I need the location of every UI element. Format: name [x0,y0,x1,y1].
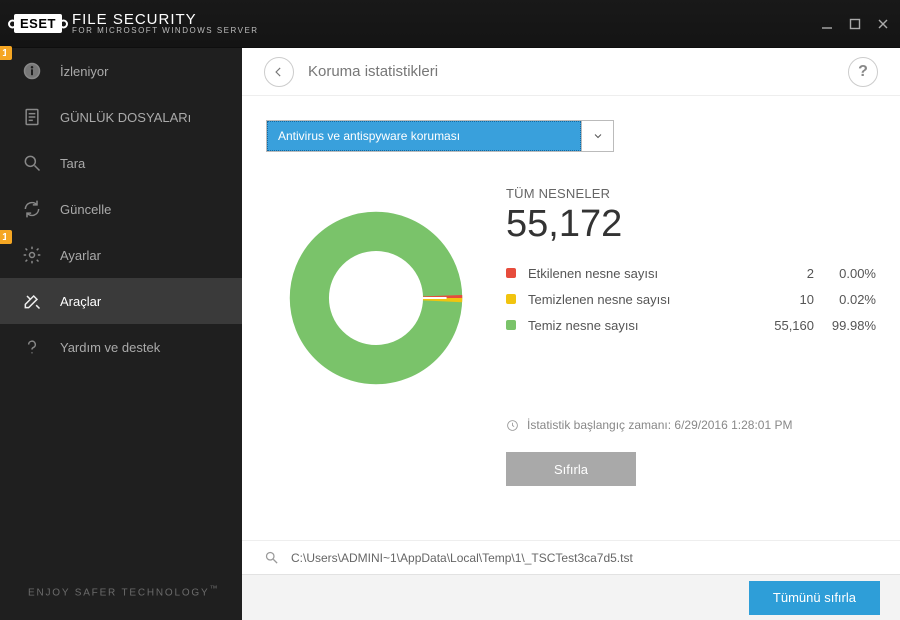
stat-name: Temiz nesne sayısı [528,318,746,333]
sidebar-badge: 1 [0,230,12,244]
titlebar: ESET FILE SECURITY FOR MICROSOFT WINDOWS… [0,0,900,48]
search-icon [264,550,279,565]
stat-value: 2 [746,266,814,281]
back-button[interactable] [264,57,294,87]
minimize-button[interactable] [820,17,834,31]
content-body: Antivirus ve antispyware koruması [242,96,900,540]
sidebar-item-monitoring[interactable]: 1 İzleniyor [0,48,242,94]
stat-pct: 99.98% [814,318,876,333]
status-path-bar: C:\Users\ADMINI~1\AppData\Local\Temp\1\_… [242,540,900,574]
stat-pct: 0.00% [814,266,876,281]
product-name-sub: FOR MICROSOFT WINDOWS SERVER [72,27,259,35]
chevron-down-icon [581,121,613,151]
chart-area [266,186,486,540]
sidebar-item-label: Ayarlar [60,248,101,263]
content-header: Koruma istatistikleri ? [242,48,900,96]
sidebar-item-help[interactable]: Yardım ve destek [0,324,242,370]
sidebar-nav: 1 İzleniyor GÜNLÜK DOSYALARı Tara [0,48,242,566]
timestamp-text: İstatistik başlangıç zamanı: 6/29/2016 1… [527,418,793,432]
sidebar-badge: 1 [0,46,12,60]
tagline: ENJOY SAFER TECHNOLOGY™ [0,566,242,620]
brand-logo: ESET [14,14,62,33]
footer-bar: Tümünü sıfırla [242,574,900,620]
sidebar: 1 İzleniyor GÜNLÜK DOSYALARı Tara [0,48,242,620]
swatch-green [506,320,516,330]
stat-value: 55,160 [746,318,814,333]
current-path: C:\Users\ADMINI~1\AppData\Local\Temp\1\_… [291,551,633,565]
page-title: Koruma istatistikleri [308,63,834,80]
stat-name: Temizlenen nesne sayısı [528,292,746,307]
search-icon [22,153,42,173]
reset-all-button[interactable]: Tümünü sıfırla [749,581,880,615]
stat-row-infected: Etkilenen nesne sayısı 2 0.00% [506,260,876,286]
total-value: 55,172 [506,203,876,246]
gear-icon [22,245,42,265]
sidebar-item-logs[interactable]: GÜNLÜK DOSYALARı [0,94,242,140]
close-button[interactable] [876,17,890,31]
main-panel: Koruma istatistikleri ? Antivirus ve ant… [242,48,900,620]
sidebar-item-label: Güncelle [60,202,111,217]
stat-row-cleaned: Temizlenen nesne sayısı 10 0.02% [506,286,876,312]
sidebar-item-label: İzleniyor [60,64,108,79]
swatch-yellow [506,294,516,304]
donut-chart [278,200,474,396]
sidebar-item-label: Araçlar [60,294,101,309]
stat-value: 10 [746,292,814,307]
sidebar-item-label: GÜNLÜK DOSYALARı [60,110,191,125]
info-icon [22,61,42,81]
product-name: FILE SECURITY FOR MICROSOFT WINDOWS SERV… [72,12,259,35]
maximize-button[interactable] [848,17,862,31]
product-name-top: FILE SECURITY [72,12,259,27]
stats-rows: Etkilenen nesne sayısı 2 0.00% Temizlene… [506,260,876,338]
brand-group: ESET FILE SECURITY FOR MICROSOFT WINDOWS… [14,12,259,35]
help-button[interactable]: ? [848,57,878,87]
protection-scope-dropdown[interactable]: Antivirus ve antispyware koruması [266,120,614,152]
sidebar-item-label: Tara [60,156,85,171]
sidebar-item-label: Yardım ve destek [60,340,160,355]
document-icon [22,107,42,127]
stats-start-time: İstatistik başlangıç zamanı: 6/29/2016 1… [506,418,876,432]
sidebar-item-update[interactable]: Güncelle [0,186,242,232]
dropdown-selected-label: Antivirus ve antispyware koruması [267,121,581,151]
window-controls [820,17,890,31]
reset-button[interactable]: Sıfırla [506,452,636,486]
sidebar-item-tools[interactable]: Araçlar [0,278,242,324]
sidebar-item-scan[interactable]: Tara [0,140,242,186]
refresh-icon [22,199,42,219]
stat-name: Etkilenen nesne sayısı [528,266,746,281]
total-label: TÜM NESNELER [506,186,876,201]
swatch-red [506,268,516,278]
tools-icon [22,291,42,311]
question-icon [22,337,42,357]
clock-icon [506,419,519,432]
stats-panel: TÜM NESNELER 55,172 Etkilenen nesne sayı… [506,186,876,540]
stat-pct: 0.02% [814,292,876,307]
stat-row-clean: Temiz nesne sayısı 55,160 99.98% [506,312,876,338]
sidebar-item-settings[interactable]: 1 Ayarlar [0,232,242,278]
